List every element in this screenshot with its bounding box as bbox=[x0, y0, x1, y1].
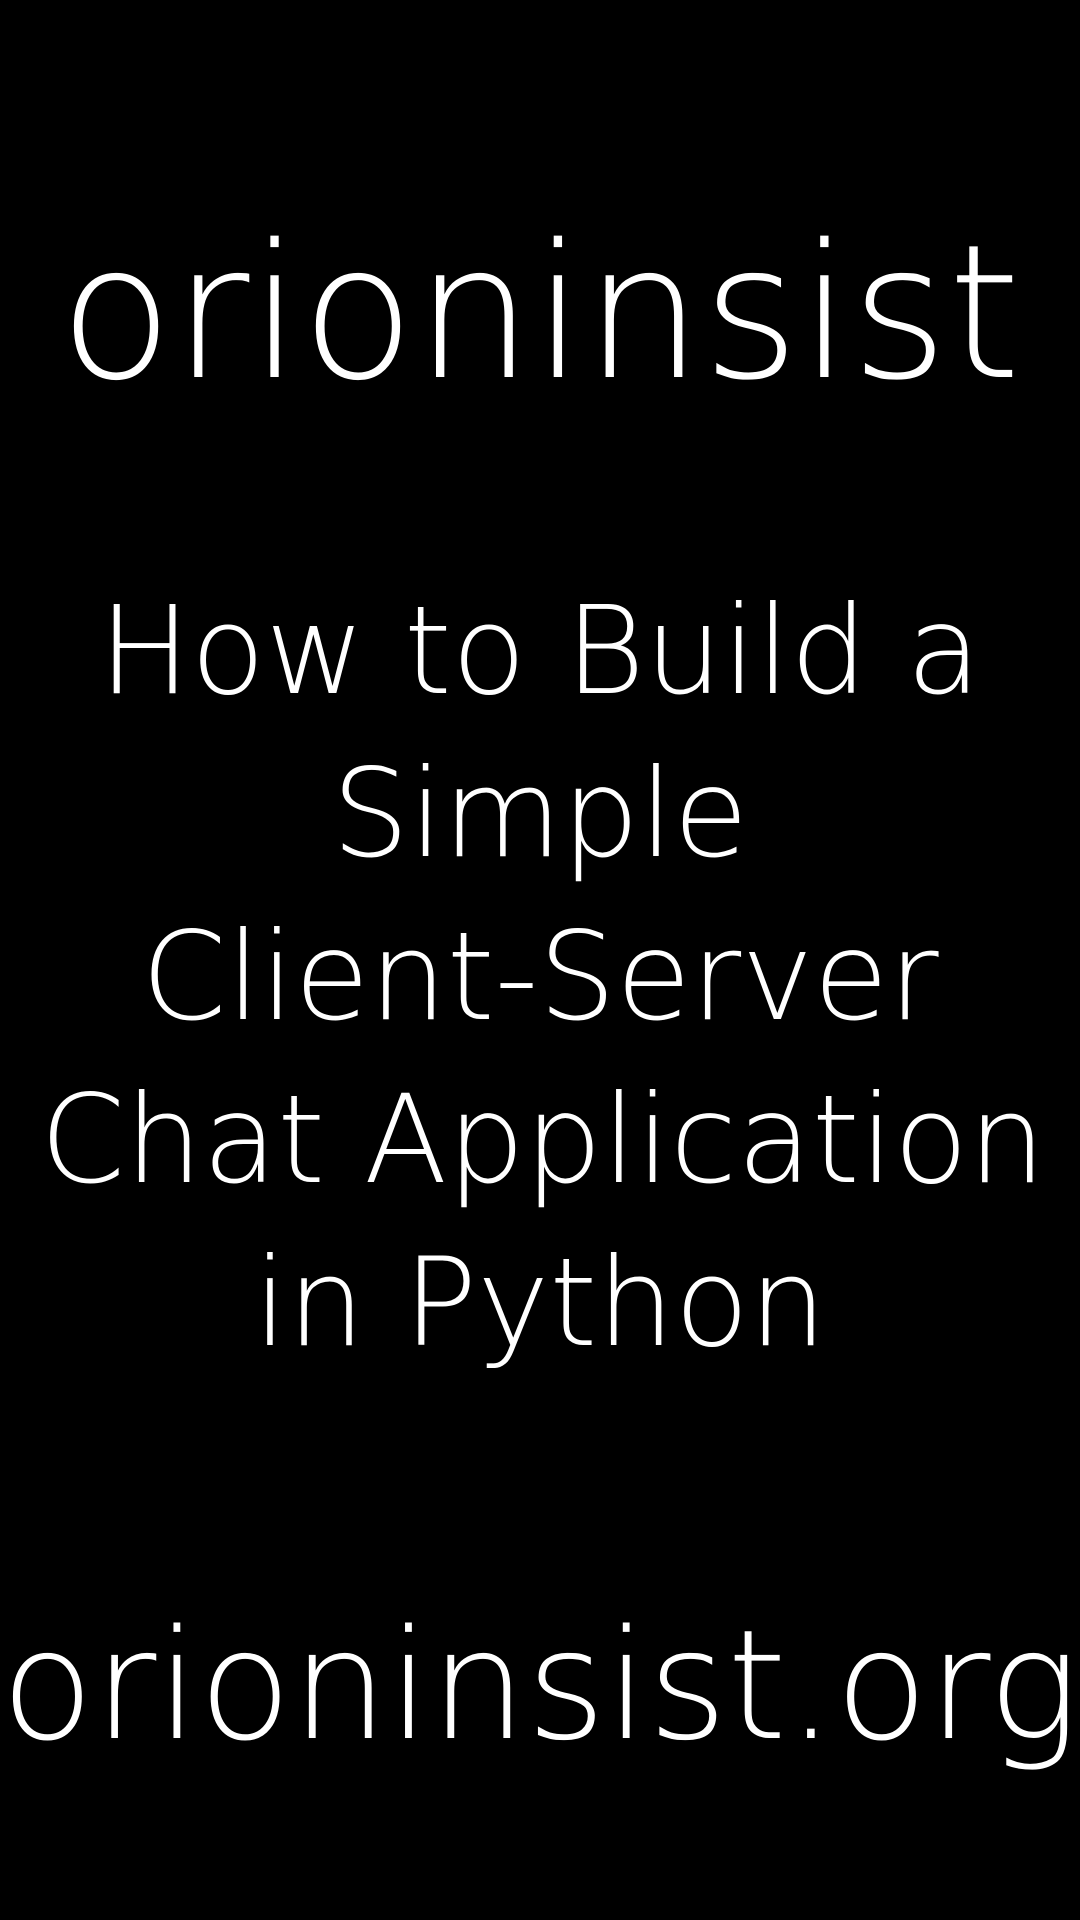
title-line: Client-Server bbox=[141, 906, 939, 1048]
title-line: Simple bbox=[331, 743, 749, 885]
website-url: orioninsist.org bbox=[0, 1597, 1080, 1774]
title-line: How to Build a bbox=[98, 580, 982, 722]
brand-name: orioninsist bbox=[59, 204, 1021, 421]
post-title: How to Build a Simple Client-Server Chat… bbox=[40, 570, 1046, 1385]
title-line: in Python bbox=[253, 1232, 827, 1374]
title-line: Chat Application bbox=[40, 1069, 1046, 1211]
